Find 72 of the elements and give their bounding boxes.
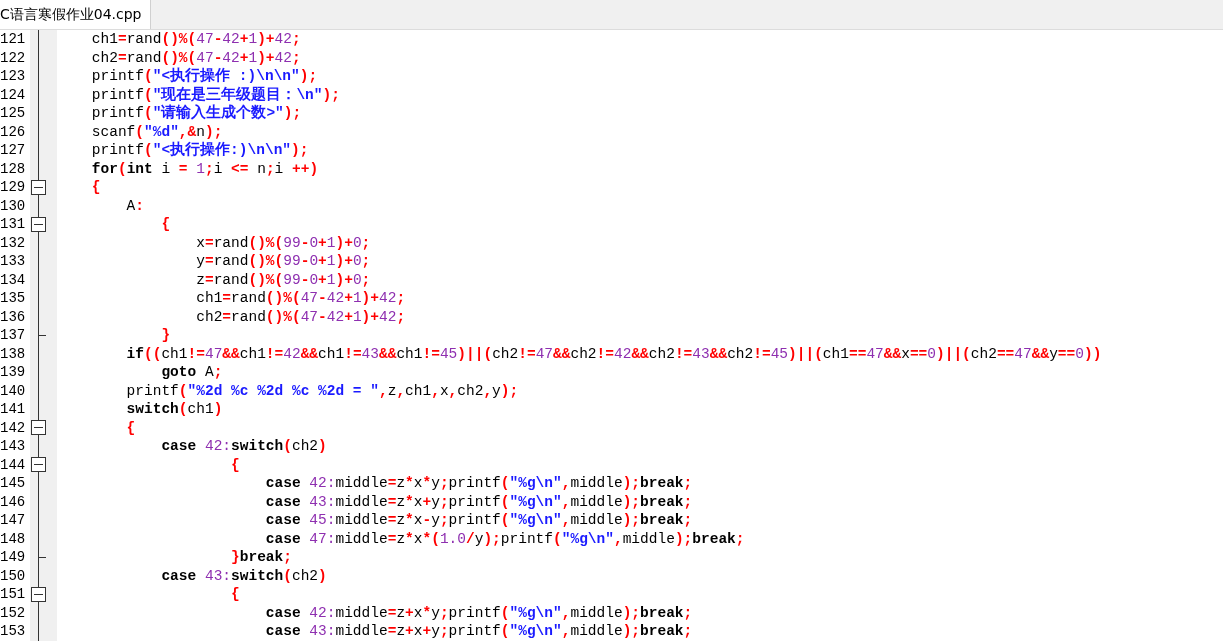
code-line: case 45:middle=z*x-y;printf("%g\n",middle);break; — [264, 511, 694, 530]
line-number: 132 — [0, 233, 27, 252]
line-number: 136 — [0, 307, 27, 326]
line-number: 153 — [0, 622, 27, 641]
code-line: goto A; — [160, 363, 224, 382]
code-line: ch2=rand()%(47-42+1)+42; — [195, 307, 407, 326]
code-line: switch(ch1) — [125, 400, 224, 419]
line-number: 122 — [0, 48, 27, 67]
line-number: 145 — [0, 474, 27, 493]
line-number: 133 — [0, 252, 27, 271]
line-number: 130 — [0, 196, 27, 215]
line-number: 128 — [0, 159, 27, 178]
code-line: printf("%2d %c %2d %c %2d = ",z,ch1,x,ch2,y); — [125, 381, 520, 400]
code-line: }break; — [230, 548, 293, 567]
fold-toggle-icon[interactable] — [31, 586, 46, 602]
line-number: 134 — [0, 270, 27, 289]
line-number: 127 — [0, 141, 27, 160]
line-number: 143 — [0, 437, 27, 456]
code-line: printf("<执行操作 :)\n\n"); — [90, 67, 319, 86]
code-line: } — [160, 326, 172, 345]
line-number: 139 — [0, 363, 27, 382]
line-number: 138 — [0, 344, 27, 363]
line-number: 149 — [0, 548, 27, 567]
line-number: 151 — [0, 585, 27, 604]
line-number: 126 — [0, 122, 27, 141]
code-line: A: — [125, 196, 146, 215]
file-tab[interactable]: C语言寒假作业04.cpp — [0, 0, 151, 29]
code-line: { — [230, 455, 241, 474]
code-line: printf("请输入生成个数>"); — [90, 104, 303, 123]
code-line: scanf("%d",&n); — [90, 122, 224, 141]
code-line: case 47:middle=z*x*(1.0/y);printf("%g\n",middle);break; — [264, 529, 746, 548]
line-number: 141 — [0, 400, 27, 419]
line-number: 125 — [0, 104, 27, 123]
fold-toggle-icon[interactable] — [31, 457, 46, 473]
line-number: 150 — [0, 566, 27, 585]
code-line: if((ch1!=47&&ch1!=42&&ch1!=43&&ch1!=45)||(ch2!=47&&ch2!=42&&ch2!=43&&ch2!=45)||(ch1==47&&x==0)||(ch2==47&&y==0)) — [125, 344, 1103, 363]
line-number: 135 — [0, 289, 27, 308]
code-line: { — [125, 418, 137, 437]
line-number: 144 — [0, 455, 27, 474]
code-line: for(int i = 1;i <= n;i ++) — [90, 159, 320, 178]
code-line: ch2=rand()%(47-42+1)+42; — [90, 48, 302, 67]
code-line: y=rand()%(99-0+1)+0; — [195, 252, 372, 271]
line-number: 146 — [0, 492, 27, 511]
code-line: ch1=rand()%(47-42+1)+42; — [90, 30, 302, 49]
line-number: 147 — [0, 511, 27, 530]
line-number: 137 — [0, 326, 27, 345]
line-number: 124 — [0, 85, 27, 104]
code-line: x=rand()%(99-0+1)+0; — [195, 233, 372, 252]
code-line: case 43:middle=z+x+y;printf("%g\n",middle);break; — [264, 622, 694, 641]
line-number: 123 — [0, 67, 27, 86]
line-number: 152 — [0, 603, 27, 622]
line-number: 142 — [0, 418, 27, 437]
code-line: printf("现在是三年级题目：\n"); — [90, 85, 341, 104]
code-line: case 43:switch(ch2) — [160, 566, 328, 585]
code-line: ch1=rand()%(47-42+1)+42; — [195, 289, 407, 308]
code-line: printf("<执行操作:)\n\n"); — [90, 141, 310, 160]
code-line: case 42:middle=z*x*y;printf("%g\n",middle);break; — [264, 474, 694, 493]
code-line: case 43:middle=z*x+y;printf("%g\n",middle);break; — [264, 492, 694, 511]
code-line: { — [90, 178, 102, 197]
line-number: 129 — [0, 178, 27, 197]
line-number: 140 — [0, 381, 27, 400]
line-number: 121 — [0, 30, 27, 49]
code-line: z=rand()%(99-0+1)+0; — [195, 270, 372, 289]
line-number: 148 — [0, 529, 27, 548]
fold-toggle-icon[interactable] — [31, 216, 46, 232]
code-line: case 42:switch(ch2) — [160, 437, 328, 456]
code-line: case 42:middle=z+x*y;printf("%g\n",middle);break; — [264, 603, 694, 622]
code-line: { — [230, 585, 241, 604]
line-number: 131 — [0, 215, 27, 234]
code-line: { — [160, 215, 172, 234]
fold-toggle-icon[interactable] — [31, 179, 46, 195]
fold-toggle-icon[interactable] — [31, 420, 46, 436]
